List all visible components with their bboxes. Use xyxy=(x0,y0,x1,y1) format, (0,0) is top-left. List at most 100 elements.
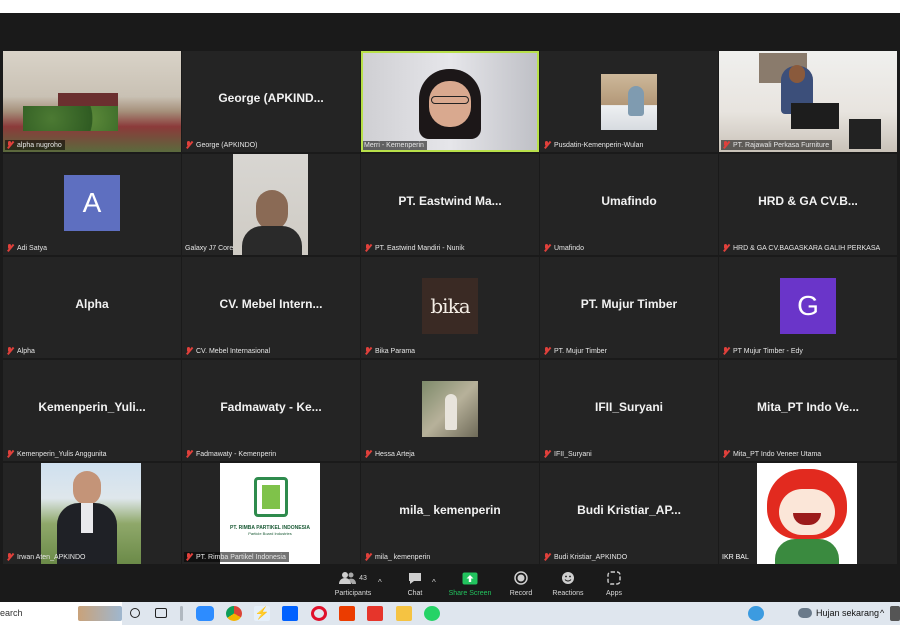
mascot-face xyxy=(779,489,835,535)
chat-caret-icon[interactable]: ^ xyxy=(432,578,436,587)
participant-name-center: Mita_PT Indo Ve... xyxy=(756,400,860,414)
muted-mic-icon xyxy=(185,553,193,561)
muted-mic-icon xyxy=(722,347,730,355)
participant-label: PT. Eastwind Mandiri - Nunik xyxy=(363,243,467,253)
participant-label: IFII_Suryani xyxy=(542,449,595,459)
video-tile-17[interactable]: Fadmawaty - Ke... Fadmawaty - Kemenperin xyxy=(182,360,360,461)
muted-mic-icon xyxy=(722,244,730,252)
video-tile-14[interactable]: PT. Mujur Timber PT. Mujur Timber xyxy=(540,257,718,358)
participants-label: Participants xyxy=(334,590,372,597)
apps-label: Apps xyxy=(606,590,622,597)
video-tile-4[interactable]: Pusdatin-Kemenperin-Wulan xyxy=(540,51,718,152)
participant-name-center: PT. Mujur Timber xyxy=(580,297,678,311)
participant-label: CV. Mebel Internasional xyxy=(184,346,273,356)
participant-name-center: CV. Mebel Intern... xyxy=(219,297,323,311)
video-tile-13[interactable]: bika Bika Parama xyxy=(361,257,539,358)
participant-label: Galaxy J7 Core xyxy=(185,245,234,252)
video-tile-21[interactable]: Irwan Aten_APKINDO xyxy=(3,463,181,564)
video-tile-11[interactable]: Alpha Alpha xyxy=(3,257,181,358)
video-tile-18[interactable]: Hessa Arteja xyxy=(361,360,539,461)
video-tile-23[interactable]: mila_ kemenperin mila_ kemenperin xyxy=(361,463,539,564)
lightning-app-icon[interactable]: ⚡ xyxy=(254,606,270,621)
zoom-app-icon[interactable] xyxy=(196,606,214,621)
bika-logo-text: bika xyxy=(430,294,470,318)
video-tile-8[interactable]: PT. Eastwind Ma... PT. Eastwind Mandiri … xyxy=(361,154,539,255)
video-tile-10[interactable]: HRD & GA CV.B... HRD & GA CV.BAGASKARA G… xyxy=(719,154,897,255)
mascot-body xyxy=(775,539,839,564)
muted-mic-icon xyxy=(185,141,193,149)
participant-name-center: PT. Eastwind Ma... xyxy=(398,194,502,208)
avatar: G xyxy=(780,278,836,334)
wps-icon[interactable] xyxy=(367,606,383,621)
muted-mic-icon xyxy=(185,450,193,458)
tray-app-icon[interactable] xyxy=(890,606,900,621)
meeting-controls: 43 Participants ^ Chat ^ Share Screen Re… xyxy=(0,566,900,602)
muted-mic-icon xyxy=(6,244,14,252)
participant-name-center: HRD & GA CV.B... xyxy=(758,194,858,208)
participants-button[interactable]: 43 Participants xyxy=(323,570,383,597)
chrome-icon[interactable] xyxy=(226,606,242,621)
muted-mic-icon xyxy=(722,450,730,458)
participant-label: Irwan Aten_APKINDO xyxy=(5,552,88,562)
weather-text[interactable]: Hujan sekarang xyxy=(816,608,879,618)
participant-label: Alpha xyxy=(5,346,38,356)
participant-name-center: IFII_Suryani xyxy=(594,400,664,414)
video-tile-6[interactable]: A Adi Satya xyxy=(3,154,181,255)
taskbar-separator xyxy=(180,606,183,621)
video-tile-5[interactable]: PT. Rajawali Perkasa Furniture xyxy=(719,51,897,152)
plants xyxy=(23,106,118,131)
opera-icon[interactable] xyxy=(311,606,327,621)
muted-mic-icon xyxy=(364,553,372,561)
muted-mic-icon xyxy=(722,141,730,149)
muted-mic-icon xyxy=(6,347,14,355)
rimba-logo-mark-inner xyxy=(262,485,280,509)
participant-name-center: Alpha xyxy=(75,297,109,311)
dropbox-icon[interactable] xyxy=(282,606,298,621)
video-tile-19[interactable]: IFII_Suryani IFII_Suryani xyxy=(540,360,718,461)
apps-icon xyxy=(584,570,644,586)
person-head xyxy=(73,471,101,505)
participant-name-center: Fadmawaty - Ke... xyxy=(220,400,322,414)
apps-button[interactable]: Apps xyxy=(584,570,644,597)
participant-name-center: Umafindo xyxy=(601,194,657,208)
tray-chevron-icon[interactable]: ^ xyxy=(880,608,884,618)
participant-label: alpha nugroho xyxy=(5,140,65,150)
participant-name-center: Kemenperin_Yuli... xyxy=(38,400,146,414)
file-explorer-icon[interactable] xyxy=(396,606,412,621)
video-tile-1[interactable]: alpha nugroho xyxy=(3,51,181,152)
muted-mic-icon xyxy=(543,244,551,252)
participant-label: PT. Rajawali Perkasa Furniture xyxy=(721,140,833,150)
muted-mic-icon xyxy=(364,347,372,355)
video-tile-12[interactable]: CV. Mebel Intern... CV. Mebel Internasio… xyxy=(182,257,360,358)
muted-mic-icon xyxy=(543,347,551,355)
weather-icon[interactable] xyxy=(798,608,812,618)
chat-label: Chat xyxy=(407,590,423,597)
participant-label: PT Mujur Timber - Edy xyxy=(721,346,806,356)
whatsapp-icon[interactable] xyxy=(424,606,440,621)
muted-mic-icon xyxy=(185,347,193,355)
participant-label: PT. Rimba Partikel Indonesia xyxy=(184,552,289,562)
office-icon[interactable] xyxy=(339,606,355,621)
participants-caret-icon[interactable]: ^ xyxy=(378,578,382,587)
video-tile-16[interactable]: Kemenperin_Yuli... Kemenperin_Yulis Angg… xyxy=(3,360,181,461)
muted-mic-icon xyxy=(543,553,551,561)
person-figure xyxy=(445,394,457,430)
task-view-icon[interactable] xyxy=(155,608,167,618)
participant-label: Hessa Arteja xyxy=(363,449,418,459)
video-tile-15[interactable]: G PT Mujur Timber - Edy xyxy=(719,257,897,358)
participant-label: Adi Satya xyxy=(5,243,50,253)
video-tile-24[interactable]: Budi Kristiar_AP... Budi Kristiar_APKIND… xyxy=(540,463,718,564)
video-tile-20[interactable]: Mita_PT Indo Ve... Mita_PT Indo Veneer U… xyxy=(719,360,897,461)
video-tile-9[interactable]: Umafindo Umafindo xyxy=(540,154,718,255)
gallery-grid: alpha nugroho George (APKIND... George (… xyxy=(3,51,897,564)
network-status-icon[interactable] xyxy=(748,606,764,621)
video-tile-3-active-speaker[interactable]: Merri - Kemenperin xyxy=(361,51,539,152)
participant-label: HRD & GA CV.BAGASKARA GALIH PERKASA xyxy=(721,243,883,253)
video-tile-22[interactable]: PT. RIMBA PARTIKEL INDONESIA Particle Bo… xyxy=(182,463,360,564)
participant-label: Umafindo xyxy=(542,243,587,253)
chat-button[interactable]: Chat xyxy=(385,570,445,597)
cortana-icon[interactable] xyxy=(130,608,140,618)
video-tile-7[interactable]: Galaxy J7 Core xyxy=(182,154,360,255)
video-tile-2[interactable]: George (APKIND... George (APKINDO) xyxy=(182,51,360,152)
video-tile-25[interactable]: IKR BAL xyxy=(719,463,897,564)
